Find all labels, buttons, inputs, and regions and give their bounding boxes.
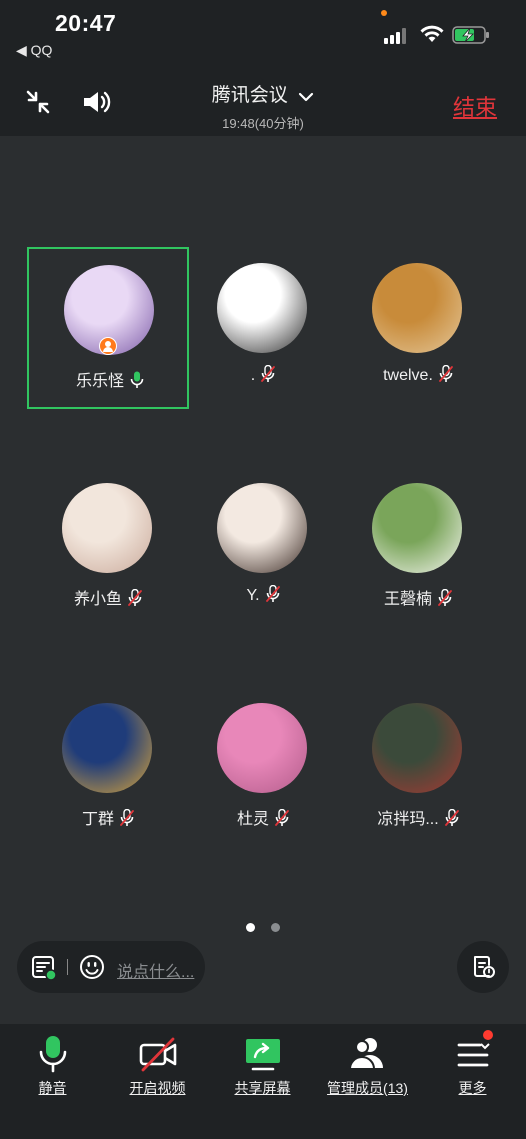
participant-name-row: 王磬楠 bbox=[337, 585, 499, 609]
chat-bar[interactable]: 说点什么... bbox=[17, 941, 205, 993]
participant-grid: 乐乐怪. twelve. 养小鱼 Y. 王磬楠丁群 杜灵 凉拌玛... bbox=[0, 136, 526, 926]
mute-label: 静音 bbox=[38, 1080, 67, 1096]
participant-tile[interactable]: twelve. bbox=[337, 247, 499, 409]
microphone-muted-icon bbox=[265, 585, 280, 602]
share-screen-label: 共享屏幕 bbox=[234, 1080, 291, 1096]
participant-name: Y. bbox=[246, 587, 260, 604]
participant-name-row: 杜灵 bbox=[182, 805, 344, 829]
camera-off-icon bbox=[139, 1037, 176, 1072]
subtitle-toggle-icon[interactable] bbox=[31, 955, 57, 981]
notification-dot bbox=[482, 1030, 493, 1040]
participant-name: 王磬楠 bbox=[383, 591, 432, 608]
meeting-title: 腾讯会议 bbox=[211, 85, 288, 106]
participant-avatar bbox=[372, 263, 462, 353]
participant-name-row: . bbox=[182, 365, 344, 385]
back-to-app-link[interactable]: ◀ QQ bbox=[16, 42, 52, 59]
participant-name: twelve. bbox=[383, 367, 433, 384]
participant-tile[interactable]: Y. bbox=[182, 467, 344, 629]
page-indicator bbox=[0, 919, 526, 937]
divider bbox=[67, 959, 68, 975]
microphone-muted-icon bbox=[261, 365, 276, 382]
participant-name-row: Y. bbox=[182, 585, 344, 605]
participant-name-row: 丁群 bbox=[27, 805, 189, 829]
microphone-muted-icon bbox=[438, 589, 452, 606]
participant-tile[interactable]: . bbox=[182, 247, 344, 409]
bottom-toolbar: 静音 开启视频 共享屏幕 管理成员(13) 更多 bbox=[0, 1024, 526, 1139]
microphone-muted-icon bbox=[275, 809, 289, 826]
cellular-signal-icon bbox=[384, 28, 410, 44]
microphone-on-icon bbox=[39, 1036, 66, 1073]
participant-name: 杜灵 bbox=[236, 811, 269, 828]
menu-icon bbox=[457, 1043, 490, 1067]
participant-name-row: 乐乐怪 bbox=[29, 367, 191, 391]
participant-avatar bbox=[372, 483, 462, 573]
participant-name: 凉拌玛... bbox=[377, 811, 439, 828]
manage-members-label: 管理成员(13) bbox=[327, 1080, 408, 1096]
host-badge-icon bbox=[99, 337, 117, 355]
participant-name-row: 凉拌玛... bbox=[337, 805, 499, 829]
end-meeting-button[interactable]: 结束 bbox=[453, 90, 497, 122]
page-dot-active[interactable] bbox=[245, 923, 255, 932]
participant-name: 乐乐怪 bbox=[75, 373, 124, 390]
page-dot[interactable] bbox=[271, 923, 281, 932]
manage-members-button[interactable]: 管理成员(13) bbox=[315, 1034, 420, 1098]
participant-tile[interactable]: 丁群 bbox=[27, 687, 189, 849]
participant-avatar bbox=[217, 263, 307, 353]
participant-avatar bbox=[372, 703, 462, 793]
share-screen-icon bbox=[245, 1039, 280, 1071]
more-label: 更多 bbox=[458, 1080, 487, 1096]
mute-button[interactable]: 静音 bbox=[0, 1034, 105, 1098]
members-icon bbox=[348, 1038, 383, 1070]
start-video-label: 开启视频 bbox=[129, 1080, 186, 1096]
privacy-indicator-dot bbox=[381, 10, 387, 16]
microphone-muted-icon bbox=[444, 809, 459, 826]
microphone-on-icon bbox=[130, 371, 144, 388]
meeting-header: 腾讯会议 19:48(40分钟) 结束 bbox=[0, 66, 526, 136]
notes-button[interactable] bbox=[457, 941, 509, 993]
share-screen-button[interactable]: 共享屏幕 bbox=[210, 1034, 315, 1098]
minimize-icon[interactable] bbox=[24, 88, 52, 116]
participant-avatar bbox=[217, 703, 307, 793]
battery-charging-icon bbox=[452, 26, 489, 44]
status-bar: 20:47 ◀ QQ bbox=[0, 0, 526, 66]
participant-name-row: 养小鱼 bbox=[27, 585, 189, 609]
speaker-icon[interactable] bbox=[81, 88, 113, 116]
clock: 20:47 bbox=[55, 10, 117, 36]
participant-name-row: twelve. bbox=[337, 365, 499, 385]
participant-tile[interactable]: 杜灵 bbox=[182, 687, 344, 849]
microphone-muted-icon bbox=[128, 589, 142, 606]
participant-name: . bbox=[250, 367, 256, 384]
participant-tile[interactable]: 凉拌玛... bbox=[337, 687, 499, 849]
participant-name: 丁群 bbox=[81, 811, 114, 828]
emoji-icon[interactable] bbox=[79, 954, 105, 980]
participant-avatar bbox=[217, 483, 307, 573]
participant-tile[interactable]: 养小鱼 bbox=[27, 467, 189, 629]
participant-name: 养小鱼 bbox=[73, 591, 122, 608]
participant-tile[interactable]: 乐乐怪 bbox=[27, 247, 189, 409]
more-button[interactable]: 更多 bbox=[420, 1030, 525, 1098]
chat-input[interactable]: 说点什么... bbox=[117, 958, 194, 982]
participant-tile[interactable]: 王磬楠 bbox=[337, 467, 499, 629]
microphone-muted-icon bbox=[120, 809, 134, 826]
chevron-down-icon bbox=[299, 92, 314, 101]
meeting-duration: 19:48(40分钟) bbox=[222, 116, 304, 131]
participant-avatar bbox=[62, 483, 152, 573]
microphone-muted-icon bbox=[438, 365, 453, 382]
start-video-button[interactable]: 开启视频 bbox=[105, 1034, 210, 1098]
wifi-icon bbox=[420, 25, 444, 42]
document-icon bbox=[474, 956, 495, 978]
meeting-title-button[interactable]: 腾讯会议 19:48(40分钟) bbox=[150, 80, 376, 132]
participant-avatar bbox=[62, 703, 152, 793]
